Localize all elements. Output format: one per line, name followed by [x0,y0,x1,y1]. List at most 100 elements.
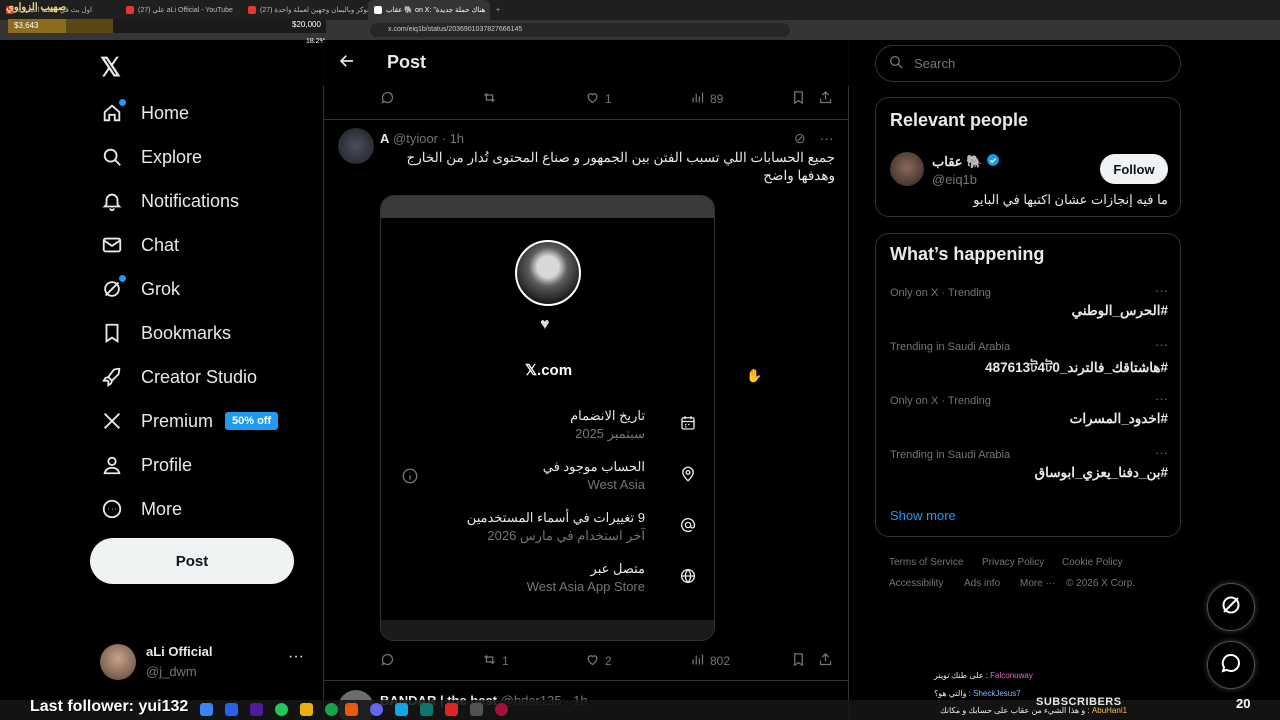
more-horizontal-icon[interactable]: ··· [1155,391,1168,406]
grok-icon [100,275,126,301]
notification-dot [119,275,126,282]
taskbar-app-icon[interactable] [200,703,213,716]
views-button[interactable]: 89 [690,90,723,108]
reply-button[interactable] [380,652,400,670]
sidebar-item-grok[interactable]: Grok [100,271,180,307]
like-count: 1 [605,92,612,106]
verified-badge-icon [986,153,1000,170]
card-bottom-bar [381,620,714,640]
repost-button[interactable]: 1 [482,652,509,670]
person-handle[interactable]: @eiq1b [932,172,977,187]
repost-icon [482,90,497,108]
x-logo-icon[interactable]: 𝕏 [100,52,121,83]
sidebar-item-chat[interactable]: Chat [100,227,179,263]
reply-icon [380,652,395,670]
bookmark-button[interactable] [791,90,806,108]
tweet-handle[interactable]: @tyioor [393,131,438,146]
new-tab-button[interactable]: + [490,0,510,20]
like-button[interactable]: 2 [585,652,612,670]
url-field[interactable]: x.com/eiq1b/status/2036901037827666145 [370,23,790,37]
show-more-link[interactable]: Show more [890,508,956,523]
footer-copyright: © 2026 X Corp. [1066,578,1136,589]
taskbar-app-icon[interactable] [225,703,238,716]
repost-button[interactable] [482,90,502,108]
taskbar-app-icon[interactable] [445,703,458,716]
browser-tab[interactable]: (27) الحوكر وباليمان وجهين لعملة واحدة [242,0,368,20]
sidebar-item-premium[interactable]: Premium 50% off [100,403,279,439]
taskbar-app-icon[interactable] [420,703,433,716]
whatsapp-icon[interactable] [325,703,338,716]
card-domain: 𝕏.com [524,362,573,379]
footer-more-link[interactable]: More ··· [1020,578,1056,589]
home-icon [100,99,126,125]
info-value: سبتمبر 2025 [575,426,645,441]
more-horizontal-icon[interactable]: ··· [288,648,304,666]
views-button[interactable]: 802 [690,652,730,670]
account-switcher[interactable]: aLi Official @j_dwm ··· [100,642,310,682]
tab-label: (27) علي aLi Official - YouTube [138,7,233,14]
follow-button[interactable]: Follow [1100,154,1168,184]
at-sign-icon [679,516,697,534]
taskbar-app-icon[interactable] [370,703,383,716]
tab-label: (27) الحوكر وباليمان وجهين لعملة واحدة [260,7,368,14]
like-button[interactable]: 1 [585,90,612,108]
chrome-icon[interactable] [275,703,288,716]
share-button[interactable] [818,90,833,108]
more-horizontal-icon[interactable]: ··· [1155,283,1168,298]
tweet-action-bar: 1 2 802 [380,652,835,672]
sidebar-item-explore[interactable]: Explore [100,139,202,175]
x-logo-icon [100,409,124,433]
tweet-time[interactable]: · 1h [442,131,464,146]
person-name[interactable]: عقاب 🐘 [932,153,1000,170]
avatar[interactable] [338,128,374,164]
notification-dot [119,99,126,106]
sidebar-item-bookmarks[interactable]: Bookmarks [100,315,231,351]
back-arrow-icon[interactable] [338,52,356,75]
footer-cookie-link[interactable]: Cookie Policy [1062,557,1123,568]
bookmark-button[interactable] [791,652,806,670]
browser-tab[interactable]: اول بث في السنة الجديدة [0,0,120,20]
grok-button[interactable] [1207,583,1255,631]
trend-name: #بن_دفنا_يعزي_ابوساق [1034,465,1168,480]
sidebar-item-creator-studio[interactable]: Creator Studio [100,359,257,395]
more-horizontal-icon[interactable]: ··· [820,130,834,146]
footer-ads-link[interactable]: Ads info [964,578,1000,589]
bookmark-icon [100,321,124,345]
post-button[interactable]: Post [90,538,294,584]
tweet-author[interactable]: A [380,131,389,146]
taskbar-app-icon[interactable] [470,703,483,716]
sidebar-item-home[interactable]: Home [100,95,189,131]
footer-accessibility-link[interactable]: Accessibility [889,578,943,589]
grok-icon[interactable]: ⊘ [794,130,806,146]
sidebar-item-profile[interactable]: Profile [100,447,192,483]
chat-line: Falconuway : على طنك تويتر [934,671,1033,680]
footer-privacy-link[interactable]: Privacy Policy [982,557,1044,568]
taskbar-app-icon[interactable] [250,703,263,716]
heart-icon [585,652,600,670]
reply-button[interactable] [380,90,400,108]
browser-tab-active[interactable]: عقاب 🐘 on X: "هناك حملة جديدة✕ [368,0,490,20]
sidebar-item-label: Notifications [141,190,240,211]
search-input[interactable]: Search [875,45,1181,82]
embedded-image-card[interactable]: ♥ 𝕏.com تاريخ الانضمام سبتمبر 2025 الحسا… [380,195,715,641]
brave-icon[interactable] [345,703,358,716]
steam-icon[interactable] [395,703,408,716]
browser-tab[interactable]: (27) علي aLi Official - YouTube [120,0,242,20]
share-button[interactable] [818,652,833,670]
sidebar-item-label: Grok [141,278,181,299]
more-horizontal-icon[interactable]: ··· [1155,337,1168,352]
taskbar-app-icon[interactable] [495,703,508,716]
sidebar-item-more[interactable]: More [100,491,182,527]
mouse-cursor-icon: ✋ [746,368,763,383]
chat-user: Falconuway [990,671,1033,680]
tab-label: عقاب 🐘 on X: "هناك حملة جديدة [386,7,486,14]
folder-icon[interactable] [300,703,313,716]
browser-address-bar: x.com/eiq1b/status/2036901037827666145 [0,20,1280,40]
sidebar-item-label: Bookmarks [141,322,232,343]
divider [324,680,848,681]
footer-terms-link[interactable]: Terms of Service [889,557,963,568]
more-horizontal-icon[interactable]: ··· [1155,445,1168,460]
avatar[interactable] [890,152,924,186]
sidebar-item-notifications[interactable]: Notifications [100,183,239,219]
search-icon [888,54,914,73]
